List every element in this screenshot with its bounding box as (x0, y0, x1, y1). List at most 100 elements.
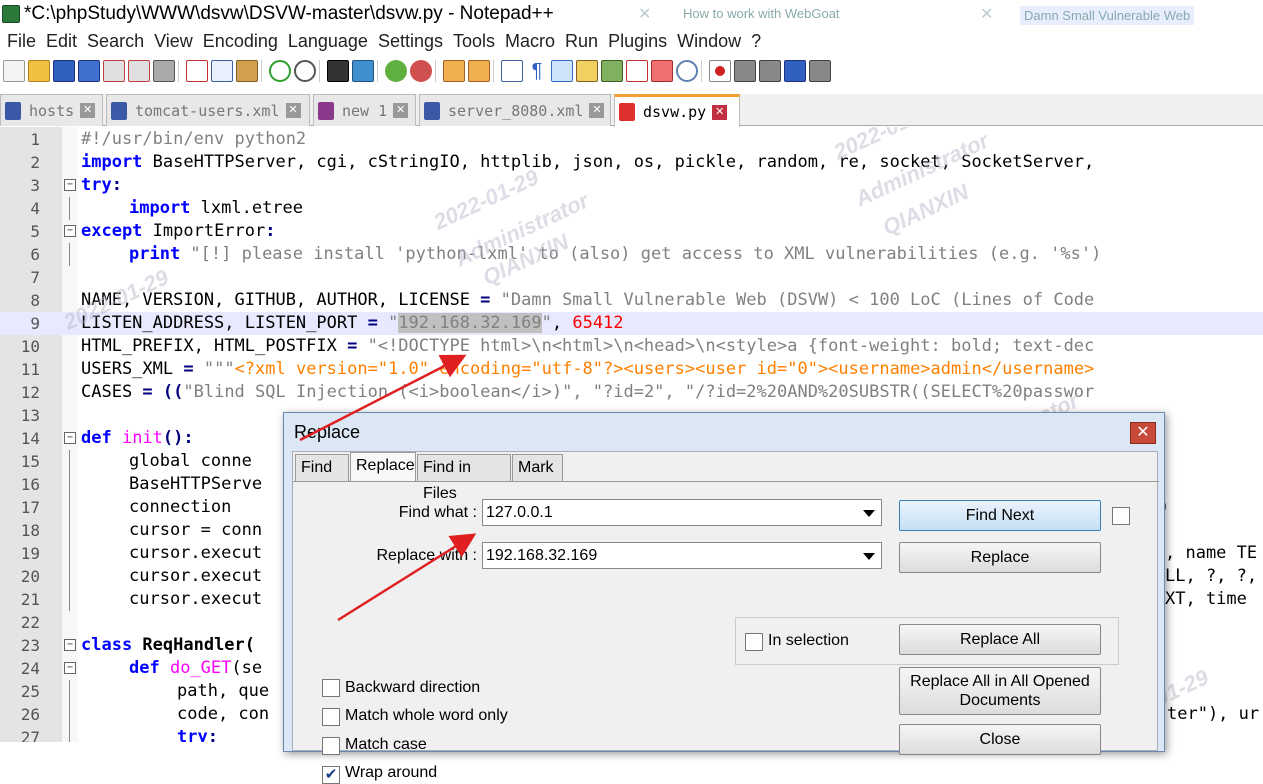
eye-icon[interactable] (676, 60, 698, 82)
open-file-icon[interactable] (28, 60, 50, 82)
code-line: 2 import BaseHTTPServer, cgi, cStringIO, … (30, 152, 1095, 172)
menu-edit[interactable]: Edit (46, 31, 77, 52)
folder-as-workspace-icon[interactable] (626, 60, 648, 82)
undo-icon[interactable] (269, 60, 291, 82)
chevron-down-icon[interactable] (863, 553, 875, 560)
close-tab-icon[interactable]: ✕ (712, 104, 728, 120)
close-tab-icon[interactable]: ✕ (589, 103, 605, 118)
close-file-icon[interactable] (103, 60, 125, 82)
chevron-down-icon[interactable] (863, 510, 875, 517)
save-macro-icon[interactable] (809, 60, 831, 82)
find-what-input[interactable]: 127.0.0.1 (482, 499, 882, 526)
fold-toggle-icon[interactable]: − (64, 225, 76, 237)
background-tab-close-icon: ✕ (980, 6, 994, 23)
code-line: 8 NAME, VERSION, GITHUB, AUTHOR, LICENSE … (30, 290, 1095, 310)
menu-run[interactable]: Run (565, 31, 598, 52)
function-list-icon[interactable] (601, 60, 623, 82)
close-icon[interactable]: ✕ (1130, 422, 1156, 444)
show-all-chars-icon[interactable]: ¶ (526, 60, 548, 82)
tab-find-in-files[interactable]: Find in Files (417, 454, 511, 502)
tab-new-1[interactable]: new 1 ✕ (313, 94, 416, 126)
stop-macro-icon[interactable] (734, 60, 756, 82)
close-tab-icon[interactable]: ✕ (285, 103, 301, 118)
sync-vertical-icon[interactable] (443, 60, 465, 82)
fold-toggle-icon[interactable]: − (64, 639, 76, 651)
menu-tools[interactable]: Tools (453, 31, 495, 52)
sync-horizontal-icon[interactable] (468, 60, 490, 82)
wrap-around-label: Wrap around (345, 764, 438, 781)
menu-view[interactable]: View (154, 31, 193, 52)
transparency-checkbox[interactable] (1112, 507, 1130, 525)
tab-label: server_8080.xml (448, 101, 584, 120)
background-browser-tab: How to work with WebGoat (683, 6, 840, 21)
menu-encoding[interactable]: Encoding (203, 31, 278, 52)
find-next-button[interactable]: Find Next (899, 500, 1101, 531)
replace-with-label: Replace with : (376, 547, 478, 564)
toolbar-separator (435, 60, 437, 82)
monitoring-icon[interactable] (651, 60, 673, 82)
tab-label: new 1 (342, 101, 388, 120)
file-icon (5, 101, 21, 120)
find-icon[interactable] (327, 60, 349, 82)
indent-guide-icon[interactable] (551, 60, 573, 82)
close-tab-icon[interactable]: ✕ (80, 103, 96, 118)
menu-help[interactable]: ? (751, 31, 761, 52)
code-line: 5− except ImportError: (30, 221, 276, 241)
tab-find[interactable]: Find (295, 454, 349, 481)
paste-icon[interactable] (236, 60, 258, 82)
tab-tomcat-users[interactable]: tomcat-users.xml ✕ (106, 94, 310, 126)
tab-label: hosts (29, 101, 75, 120)
close-button[interactable]: Close (899, 724, 1101, 755)
zoom-out-icon[interactable] (410, 60, 432, 82)
copy-icon[interactable] (211, 60, 233, 82)
backward-direction-checkbox[interactable] (322, 679, 340, 697)
tab-server-8080[interactable]: server_8080.xml ✕ (419, 94, 611, 126)
fold-toggle-icon[interactable]: − (64, 432, 76, 444)
tab-mark[interactable]: Mark (512, 454, 563, 481)
print-icon[interactable] (153, 60, 175, 82)
replace-all-in-opened-button[interactable]: Replace All in All Opened Documents (899, 667, 1101, 715)
replace-icon[interactable] (352, 60, 374, 82)
replace-button[interactable]: Replace (899, 542, 1101, 573)
match-whole-word-label: Match whole word only (345, 707, 508, 724)
match-case-checkbox[interactable] (322, 737, 340, 755)
play-macro-icon[interactable] (759, 60, 781, 82)
menu-settings[interactable]: Settings (378, 31, 443, 52)
document-map-icon[interactable] (576, 60, 598, 82)
backward-direction-label: Backward direction (345, 679, 481, 696)
toolbar-separator (701, 60, 703, 82)
wrap-around-checkbox[interactable]: ✔ (322, 766, 340, 784)
close-tab-icon[interactable]: ✕ (393, 103, 409, 118)
save-icon[interactable] (53, 60, 75, 82)
code-line: 3− try: (30, 175, 122, 195)
menu-file[interactable]: File (7, 31, 36, 52)
menu-language[interactable]: Language (288, 31, 368, 52)
in-selection-checkbox[interactable] (745, 633, 763, 651)
replace-with-input[interactable]: 192.168.32.169 (482, 542, 882, 569)
redo-icon[interactable] (294, 60, 316, 82)
save-all-icon[interactable] (78, 60, 100, 82)
toolbar-separator (377, 60, 379, 82)
menu-plugins[interactable]: Plugins (608, 31, 667, 52)
cut-icon[interactable] (186, 60, 208, 82)
replace-all-button[interactable]: Replace All (899, 624, 1101, 655)
tab-replace[interactable]: Replace (350, 452, 416, 482)
match-whole-word-checkbox[interactable] (322, 708, 340, 726)
menu-macro[interactable]: Macro (505, 31, 555, 52)
file-icon (318, 101, 334, 120)
find-what-label: Find what : (398, 504, 477, 521)
tab-dsvw-py[interactable]: dsvw.py ✕ (614, 94, 740, 127)
run-macro-multiple-icon[interactable] (784, 60, 806, 82)
zoom-in-icon[interactable] (385, 60, 407, 82)
menu-search[interactable]: Search (87, 31, 144, 52)
fold-toggle-icon[interactable]: − (64, 662, 76, 674)
tab-hosts[interactable]: hosts ✕ (0, 94, 103, 126)
new-file-icon[interactable] (3, 60, 25, 82)
replace-dialog: Replace ✕ Find Replace Find in Files Mar… (283, 412, 1165, 784)
toolbar-separator (493, 60, 495, 82)
fold-toggle-icon[interactable]: − (64, 179, 76, 191)
close-all-icon[interactable] (128, 60, 150, 82)
record-macro-icon[interactable] (709, 60, 731, 82)
menu-window[interactable]: Window (677, 31, 741, 52)
word-wrap-icon[interactable] (501, 60, 523, 82)
